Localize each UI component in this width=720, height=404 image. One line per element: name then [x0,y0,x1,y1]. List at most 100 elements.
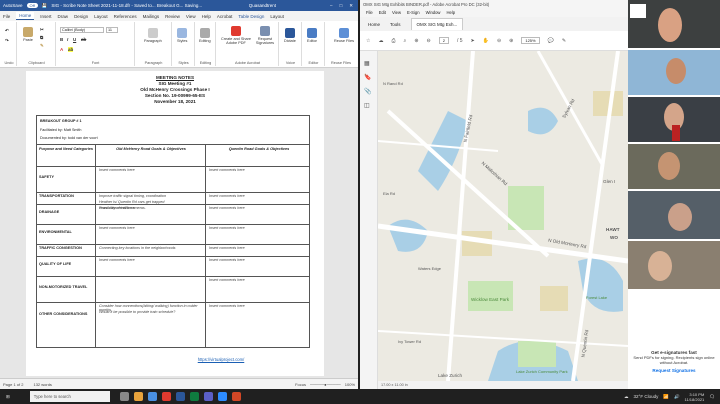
excel-taskbar-icon[interactable] [189,392,199,401]
cell-comment[interactable]: Insert comments here [99,206,205,210]
font-name-select[interactable]: Calibri (Body) [60,27,104,33]
taskbar-search[interactable]: Type here to search [29,391,110,402]
underline-icon[interactable]: U [73,37,76,42]
cell-comment[interactable]: Improve traffic signal timing, coordinat… [99,194,205,198]
dictate-button[interactable]: Dictate [284,28,296,43]
word-tab-references[interactable]: References [114,14,137,19]
breakout-table[interactable]: BREAKOUT GROUP # 1 Facilitated by: Matt S… [36,115,310,348]
close-icon[interactable]: ✕ [349,3,353,9]
print-icon[interactable]: ⎙ [391,38,395,44]
file-explorer-icon[interactable] [133,392,143,401]
word-tab-insert[interactable]: Insert [40,14,51,19]
participant-tile[interactable] [628,0,720,48]
reuse-files-button[interactable]: Reuse Files [334,28,354,43]
word-tab-layout[interactable]: Layout [270,14,284,19]
edge-icon[interactable] [147,392,157,401]
word-tab-layout[interactable]: Layout [94,14,108,19]
page-thumbnails-icon[interactable]: ▦ [364,57,373,71]
hand-tool-icon[interactable]: ✋ [483,38,489,44]
format-painter-icon[interactable]: ✎ [40,43,44,49]
paste-button[interactable]: Paste [23,27,33,42]
participant-tile[interactable] [628,97,720,142]
cell-comment[interactable]: Insert comments here [209,304,309,308]
word-tab-review[interactable]: Review [165,14,180,19]
tab-tools[interactable]: Tools [390,22,401,27]
save-icon[interactable]: 💾 [42,3,48,9]
pen-icon[interactable]: ✎ [562,38,566,44]
highlight-icon[interactable]: ab [68,47,74,52]
minimize-icon[interactable]: – [330,3,333,9]
acrobat-menu-file[interactable]: File [366,10,373,15]
participant-tile[interactable] [628,191,720,239]
select-tool-icon[interactable]: ➤ [471,38,475,44]
clock[interactable]: 3:10 PM 11/18/2021 [685,392,705,402]
acrobat-taskbar-icon[interactable] [161,392,171,401]
zoom-in-icon[interactable]: ⊕ [509,38,513,44]
powerpoint-taskbar-icon[interactable] [231,392,241,401]
word-tab-home[interactable]: Home [16,12,35,20]
word-tab-mailings[interactable]: Mailings [143,14,160,19]
cell-comment[interactable]: Connecting key locations in the neighbor… [99,246,205,250]
zoom-level[interactable]: 100% [345,382,355,387]
page-up-icon[interactable]: ⊕ [414,38,418,44]
font-color-icon[interactable]: A [60,47,63,52]
strikethrough-icon[interactable]: ab [81,37,86,42]
focus-button[interactable]: Focus [295,382,306,387]
weather-label[interactable]: 32°F Cloudy [634,394,659,399]
cell-comment[interactable]: Insert comments here [209,278,309,282]
tab-document[interactable]: OMX SIG Mtg Exh... [410,18,464,30]
cell-comment[interactable]: Insert comments here [209,246,309,250]
word-tab-help[interactable]: Help [202,14,211,19]
zoom-select[interactable]: 125% [521,37,540,44]
find-icon[interactable]: ⌕ [404,38,407,44]
tab-home[interactable]: Home [368,22,380,27]
network-icon[interactable]: 📶 [663,394,669,400]
cell-comment[interactable]: Insert comments here [209,258,309,262]
cell-comment[interactable]: Insert comments here [99,168,205,172]
pdf-map[interactable]: N Fairfield Rd N Midlothian Rd Sylvan Rd… [378,51,628,381]
editing-button[interactable]: Editing [199,28,211,43]
volume-icon[interactable]: 🔊 [674,394,680,400]
participant-tile[interactable] [628,144,720,189]
bold-icon[interactable]: B [60,37,63,42]
request-signatures-link[interactable]: Request Signatures [628,368,720,373]
cell-comment[interactable]: Insert comments here [209,194,309,198]
word-tab-table-design[interactable]: Table Design [238,14,264,19]
acrobat-menu-view[interactable]: View [392,10,401,15]
zoom-out-icon[interactable]: ⊖ [497,38,501,44]
attachments-icon[interactable]: 📎 [364,85,373,99]
paragraph-button[interactable]: Paragraph [144,28,162,43]
windows-start-icon[interactable]: ⊞ [6,394,10,400]
word-tab-acrobat[interactable]: Acrobat [217,14,233,19]
zoom-taskbar-icon[interactable] [217,392,227,401]
acrobat-menu-esign[interactable]: E-Sign [407,10,420,15]
document-canvas[interactable]: MEETING NOTES SIG Meeting #1 Old McHenry… [0,68,358,378]
word-tab-file[interactable]: File [3,14,10,19]
word-tab-design[interactable]: Design [74,14,88,19]
redo-icon[interactable]: ↷ [5,38,9,44]
acrobat-menu-help[interactable]: Help [446,10,455,15]
comment-icon[interactable]: 💬 [548,38,554,44]
styles-button[interactable]: Styles [177,28,187,43]
copy-icon[interactable]: ⧉ [40,35,43,40]
page-count[interactable]: Page 1 of 2 [3,382,23,387]
cell-comment[interactable]: Insert comments here [209,226,309,230]
participant-tile[interactable] [628,241,720,289]
teams-taskbar-icon[interactable] [203,392,213,401]
cell-comment[interactable]: Insert comments here [99,258,205,262]
word-tab-view[interactable]: View [186,14,196,19]
maximize-icon[interactable]: □ [340,3,343,9]
cell-comment[interactable]: Insert comments here [209,206,309,210]
acrobat-menu-window[interactable]: Window [426,10,441,15]
participant-tile[interactable] [628,50,720,95]
acrobat-menu-edit[interactable]: Edit [379,10,386,15]
project-link[interactable]: https://virtualproject.com/ [176,357,266,362]
font-size-select[interactable]: 11 [106,27,118,33]
word-taskbar-icon[interactable] [175,392,185,401]
autosave-toggle[interactable]: Off [26,3,38,8]
page-down-icon[interactable]: ⊖ [427,38,431,44]
participant-tile[interactable] [628,291,720,345]
weather-icon[interactable]: ☁ [624,394,629,400]
word-tab-draw[interactable]: Draw [58,14,69,19]
cell-comment[interactable]: Would it be possible to provide train sc… [99,310,205,314]
